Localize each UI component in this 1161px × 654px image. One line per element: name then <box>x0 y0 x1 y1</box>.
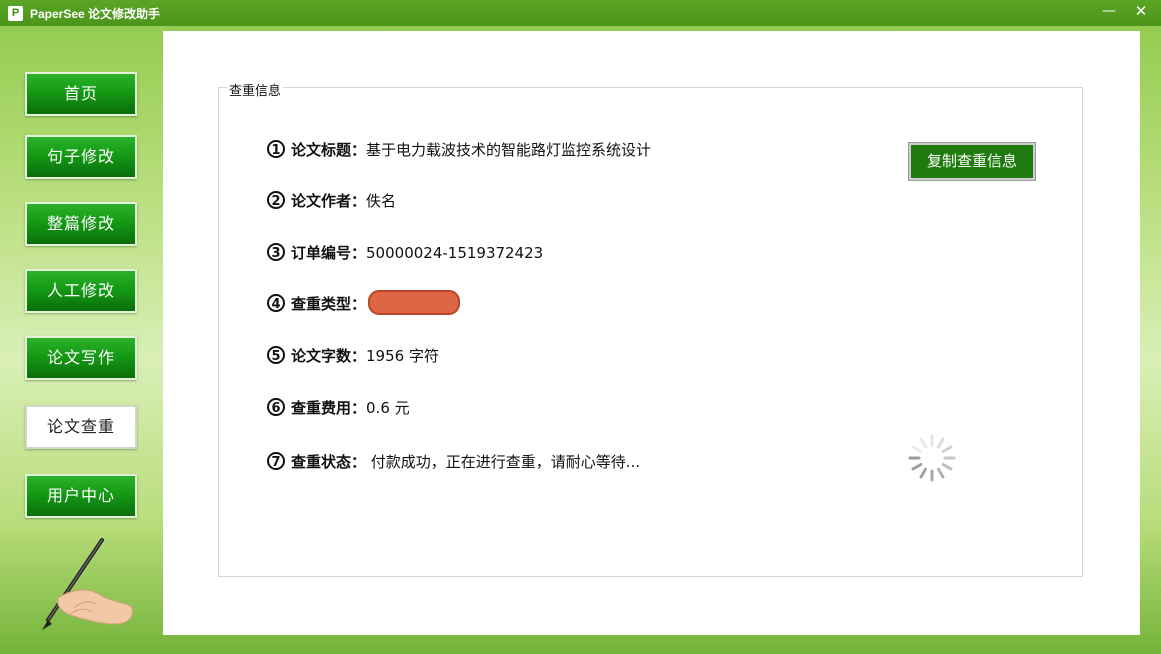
row-value: 付款成功，正在进行查重，请耐心等待... <box>366 453 641 471</box>
info-row-author: 2 论文作者：佚名 <box>267 190 396 214</box>
info-row-fee: 6 查重费用：0.6 元 <box>267 397 410 421</box>
circled-number-7: 7 <box>267 451 285 470</box>
row-value: 1956 字符 <box>366 347 439 365</box>
title-bar: P PaperSee 论文修改助手 — ✕ <box>0 0 1161 26</box>
circled-number-6: 6 <box>267 397 285 416</box>
sidebar-item-plagiarism-check[interactable]: 论文查重 <box>25 405 137 449</box>
minimize-button[interactable]: — <box>1094 0 1124 22</box>
redacted-value <box>368 290 461 315</box>
info-row-check-type: 4 查重类型： <box>267 290 461 316</box>
sidebar-item-user-center[interactable]: 用户中心 <box>25 474 137 518</box>
row-value: 基于电力载波技术的智能路灯监控系统设计 <box>366 141 652 159</box>
circled-number-5: 5 <box>267 345 285 364</box>
info-row-word-count: 5 论文字数：1956 字符 <box>267 345 439 369</box>
circled-number-2: 2 <box>267 190 285 209</box>
row-value: 0.6 元 <box>366 399 410 417</box>
group-title: 查重信息 <box>227 80 284 99</box>
sidebar: 首页 句子修改 整篇修改 人工修改 论文写作 论文查重 用户中心 <box>0 26 163 654</box>
row-label: 论文字数： <box>291 347 367 365</box>
close-button[interactable]: ✕ <box>1126 0 1156 22</box>
info-row-title: 1 论文标题：基于电力载波技术的智能路灯监控系统设计 <box>267 139 651 163</box>
sidebar-item-sentence-edit[interactable]: 句子修改 <box>25 135 137 179</box>
circled-number-1: 1 <box>267 139 285 158</box>
row-label: 查重状态： <box>291 453 367 471</box>
main-panel: 查重信息 1 论文标题：基于电力载波技术的智能路灯监控系统设计 2 论文作者：佚名 … <box>163 31 1140 635</box>
sidebar-item-full-edit[interactable]: 整篇修改 <box>25 202 137 246</box>
row-label: 论文作者： <box>291 192 367 210</box>
row-value: 50000024-1519372423 <box>366 244 544 262</box>
copy-info-button[interactable]: 复制查重信息 <box>908 142 1036 181</box>
circled-number-4: 4 <box>267 293 285 312</box>
circled-number-3: 3 <box>267 242 285 261</box>
window-title: PaperSee 论文修改助手 <box>30 7 161 21</box>
info-row-status: 7 查重状态： 付款成功，正在进行查重，请耐心等待... <box>267 451 640 475</box>
hand-pen-illustration <box>30 538 140 638</box>
row-label: 查重类型： <box>291 295 367 313</box>
row-label: 论文标题： <box>291 141 367 159</box>
row-value: 佚名 <box>366 192 397 210</box>
info-row-order-number: 3 订单编号：50000024-1519372423 <box>267 242 543 266</box>
loading-spinner-icon <box>907 433 957 483</box>
row-label: 查重费用： <box>291 399 367 417</box>
sidebar-item-writing[interactable]: 论文写作 <box>25 336 137 380</box>
sidebar-item-manual-edit[interactable]: 人工修改 <box>25 269 137 313</box>
sidebar-item-home[interactable]: 首页 <box>25 72 137 116</box>
row-label: 订单编号： <box>291 244 367 262</box>
app-logo-icon: P <box>8 6 23 21</box>
